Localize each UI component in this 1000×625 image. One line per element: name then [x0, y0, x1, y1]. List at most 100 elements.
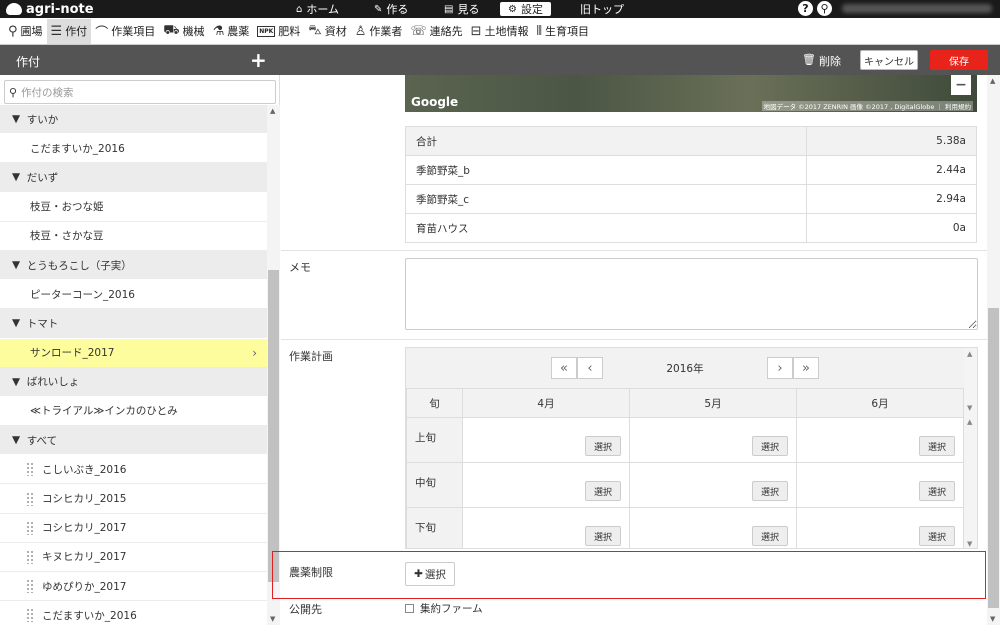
select-button[interactable]: 選択 [919, 526, 955, 546]
scroll-up-icon[interactable]: ▲ [990, 77, 995, 85]
select-button[interactable]: 選択 [752, 436, 788, 456]
search-placeholder: 作付の検索 [21, 86, 74, 99]
table-row: 季節野菜_b 2.44a [405, 155, 977, 185]
publish-checkbox[interactable] [405, 604, 414, 613]
plan-header-row: 旬 4月 5月 6月 [406, 388, 964, 418]
npk-icon: NPK [257, 25, 276, 37]
plan-scrollbar[interactable]: ▲ ▼ ▲ ▼ [964, 348, 977, 548]
drag-handle-icon[interactable] [26, 491, 34, 506]
menu-land-info[interactable]: ⊟ 土地情報 [467, 19, 533, 44]
area-name: 季節野菜_c [405, 184, 807, 214]
nav-create[interactable]: ✎ 作る [374, 0, 408, 18]
nav-view[interactable]: ▤ 見る [444, 0, 479, 18]
field-map[interactable]: Google 地図データ ©2017 ZENRIN 画像 ©2017 , Dig… [405, 75, 977, 112]
select-button[interactable]: 選択 [919, 481, 955, 501]
save-button[interactable]: 保存 [930, 50, 988, 70]
period-label: 下旬 [406, 507, 463, 548]
next-year-button[interactable]: › [767, 357, 793, 379]
menu-contacts[interactable]: ☏ 連絡先 [406, 19, 466, 44]
last-year-button[interactable]: » [793, 357, 819, 379]
menu-field[interactable]: ⚲ 圃場 [4, 19, 47, 44]
nav-home[interactable]: ⌂ ホーム [296, 0, 339, 18]
scroll-down-icon[interactable]: ▼ [270, 615, 275, 623]
menu-workers[interactable]: ♙ 作業者 [351, 19, 407, 44]
sidebar-scroll-thumb[interactable] [268, 270, 279, 582]
select-button[interactable]: 選択 [585, 481, 621, 501]
list-item[interactable]: コシヒカリ_2017 [0, 514, 267, 543]
list-item[interactable]: ≪トライアル≫インカのひとみ [0, 397, 267, 427]
list-item[interactable]: ゆめぴりか_2017 [0, 572, 267, 602]
table-row: 中旬 選択 選択 選択 [406, 462, 964, 508]
group-row[interactable]: ▼ とうもろこし（子実） [0, 250, 267, 281]
group-row[interactable]: ▼ ばれいしょ [0, 367, 267, 397]
plan-cell: 選択 [462, 462, 630, 508]
period-header: 旬 [406, 388, 463, 418]
first-year-button[interactable]: « [551, 357, 577, 379]
scroll-down-icon[interactable]: ▼ [990, 615, 995, 623]
list-item[interactable]: キヌヒカリ_2017 [0, 543, 267, 572]
scroll-up-icon[interactable]: ▲ [967, 350, 972, 358]
area-name: 季節野菜_b [405, 155, 807, 185]
scroll-up-icon[interactable]: ▲ [270, 107, 275, 115]
plan-cell: 選択 [629, 507, 797, 548]
group-row[interactable]: ▼ すべて [0, 426, 267, 456]
group-row[interactable]: ▼ だいず [0, 163, 267, 193]
area-table: 合計 5.38a 季節野菜_b 2.44a 季節野菜_c 2.94a 育苗ハウス 0a [405, 126, 977, 243]
plan-year-nav: « ‹ 2016年 › » [406, 348, 964, 388]
drag-handle-icon[interactable] [26, 579, 34, 594]
area-name: 合計 [405, 126, 807, 156]
drag-handle-icon[interactable] [26, 608, 34, 623]
publish-option[interactable]: 集約ファーム [405, 601, 483, 616]
drag-handle-icon[interactable] [26, 520, 34, 535]
area-value: 0a [806, 213, 977, 243]
select-button[interactable]: 選択 [752, 526, 788, 546]
nav-old-top[interactable]: 旧トップ [580, 0, 624, 18]
group-row[interactable]: ▼ すいか [0, 105, 267, 135]
list-item[interactable]: コシヒカリ_2015 [0, 484, 267, 514]
app-logo[interactable]: agri-note [6, 0, 94, 18]
plan-cell: 選択 [462, 507, 630, 548]
main-scroll-thumb[interactable] [988, 308, 999, 608]
map-attribution[interactable]: 地図データ ©2017 ZENRIN 画像 ©2017 , DigitalGlo… [761, 101, 973, 111]
delete-button[interactable]: 🗑 削除 [802, 53, 841, 69]
crop-search-input[interactable]: ⚲ 作付の検索 [4, 80, 276, 104]
list-item[interactable]: ピーターコーン_2016 [0, 280, 267, 310]
select-button[interactable]: 選択 [919, 436, 955, 456]
list-doc-icon: ☰ [50, 23, 63, 39]
list-item[interactable]: こしいぶき_2016 [0, 455, 267, 485]
list-item[interactable]: こだますいか_2016 [0, 134, 267, 164]
list-item-selected[interactable]: サンロード_2017 › [0, 338, 267, 368]
select-button[interactable]: 選択 [585, 526, 621, 546]
list-item[interactable]: 枝豆・おつな姫 [0, 193, 267, 222]
group-row[interactable]: ▼ トマト [0, 309, 267, 339]
menu-work-items[interactable]: ⌒ 作業項目 [91, 19, 159, 44]
drag-handle-icon[interactable] [26, 462, 34, 477]
list-item[interactable]: 枝豆・さかな豆 [0, 222, 267, 251]
scroll-up-icon[interactable]: ▲ [967, 418, 972, 426]
scroll-down-icon[interactable]: ▼ [967, 540, 972, 548]
drag-handle-icon[interactable] [26, 549, 34, 564]
list-item[interactable]: こだますいか_2016 [0, 601, 267, 625]
tractor-icon: ⛟ [163, 22, 180, 38]
prev-year-button[interactable]: ‹ [577, 357, 603, 379]
plan-cell: 選択 [796, 462, 964, 508]
cancel-button[interactable]: キャンセル [860, 50, 918, 70]
menu-materials[interactable]: ⛍ 資材 [304, 19, 350, 44]
add-crop-button[interactable]: + [250, 48, 267, 72]
select-button[interactable]: 選択 [585, 436, 621, 456]
account-icon[interactable]: ⚲ [817, 1, 832, 16]
zoom-out-button[interactable]: − [951, 75, 971, 95]
contacts-icon: ☏ [410, 23, 427, 39]
menu-pesticide[interactable]: ⚗ 農薬 [209, 19, 254, 44]
select-button[interactable]: 選択 [752, 481, 788, 501]
memo-textarea[interactable] [405, 258, 978, 330]
menu-machines[interactable]: ⛟ 機械 [159, 19, 208, 44]
menu-crop[interactable]: ☰ 作付 [46, 18, 92, 44]
help-icon[interactable]: ? [798, 1, 813, 16]
menu-fertilizer[interactable]: NPK 肥料 [253, 19, 304, 44]
nav-settings[interactable]: ⚙ 設定 [500, 2, 551, 16]
scroll-down-icon[interactable]: ▼ [967, 404, 972, 412]
top-right-tools: ? ⚲ [798, 1, 992, 16]
menu-growth-items[interactable]: ⫴ 生育項目 [533, 19, 593, 44]
user-name-blurred[interactable] [842, 4, 992, 13]
